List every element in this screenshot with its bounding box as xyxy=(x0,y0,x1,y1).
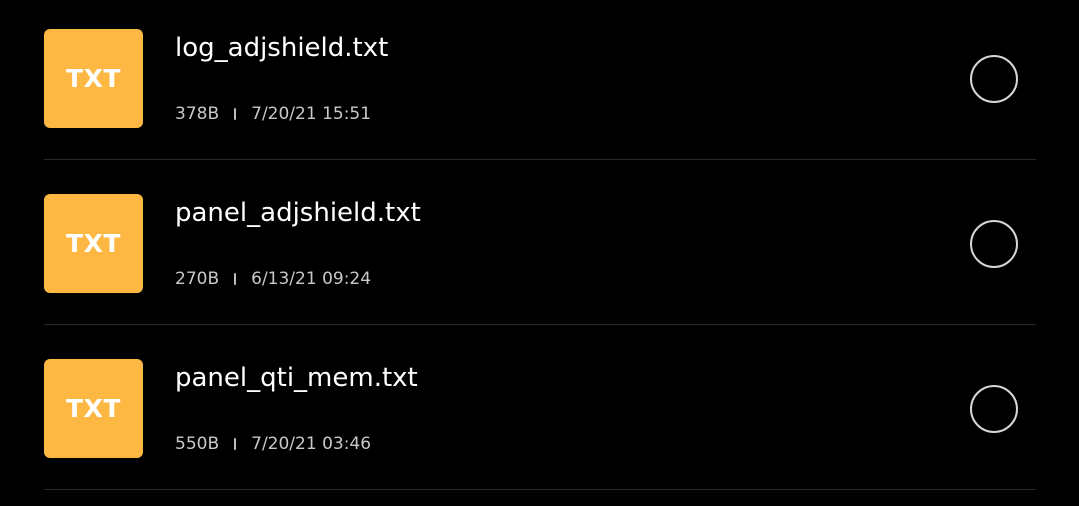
file-size: 378B xyxy=(175,104,220,124)
file-name: panel_qti_mem.txt xyxy=(175,363,418,393)
file-modified-date: 7/20/21 03:46 xyxy=(251,434,372,454)
file-size: 270B xyxy=(175,269,220,289)
row-divider xyxy=(44,489,1036,490)
file-list: TXT log_adjshield.txt 378B 7/20/21 15:51… xyxy=(0,0,1079,490)
file-modified-date: 7/20/21 15:51 xyxy=(251,104,372,124)
file-row[interactable]: TXT log_adjshield.txt 378B 7/20/21 15:51 xyxy=(0,0,1079,160)
select-radio-icon[interactable] xyxy=(970,385,1018,433)
txt-file-icon: TXT xyxy=(44,29,143,128)
txt-file-icon: TXT xyxy=(44,194,143,293)
file-modified-date: 6/13/21 09:24 xyxy=(251,269,372,289)
file-meta: 270B 6/13/21 09:24 xyxy=(175,269,371,289)
select-radio-icon[interactable] xyxy=(970,55,1018,103)
file-size: 550B xyxy=(175,434,220,454)
file-type-label: TXT xyxy=(66,64,121,93)
meta-separator xyxy=(234,108,237,120)
file-row[interactable]: TXT panel_adjshield.txt 270B 6/13/21 09:… xyxy=(0,160,1079,325)
select-radio-icon[interactable] xyxy=(970,220,1018,268)
meta-separator xyxy=(234,273,237,285)
file-meta: 378B 7/20/21 15:51 xyxy=(175,104,371,124)
file-row[interactable]: TXT panel_qti_mem.txt 550B 7/20/21 03:46 xyxy=(0,325,1079,490)
txt-file-icon: TXT xyxy=(44,359,143,458)
file-name: panel_adjshield.txt xyxy=(175,198,421,228)
file-type-label: TXT xyxy=(66,229,121,258)
file-type-label: TXT xyxy=(66,394,121,423)
file-name: log_adjshield.txt xyxy=(175,33,389,63)
file-meta: 550B 7/20/21 03:46 xyxy=(175,434,371,454)
meta-separator xyxy=(234,438,237,450)
